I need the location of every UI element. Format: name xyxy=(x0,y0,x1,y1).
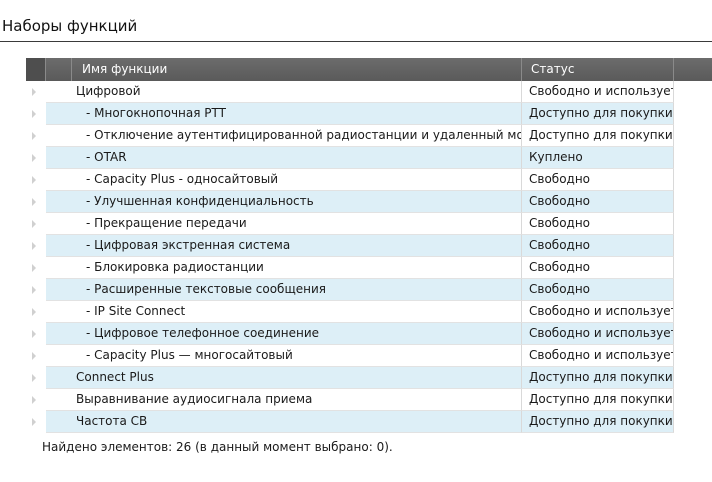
row-pointer-icon xyxy=(32,264,36,272)
feature-name-cell[interactable]: Connect Plus xyxy=(46,367,522,389)
row-selector[interactable] xyxy=(26,257,46,279)
row-selector-header[interactable] xyxy=(26,58,46,81)
title-divider xyxy=(0,41,712,42)
row-selector[interactable] xyxy=(26,103,46,125)
table-row[interactable]: - Блокировка радиостанции Свободно xyxy=(26,257,712,279)
feature-name-cell[interactable]: - Отключение аутентифицированной радиост… xyxy=(46,125,522,147)
row-pointer-icon xyxy=(32,176,36,184)
feature-status-cell[interactable]: Доступно для покупки xyxy=(522,103,674,125)
row-pointer-icon xyxy=(32,198,36,206)
status-bar-text: Найдено элементов: 26 (в данный момент в… xyxy=(42,440,393,454)
feature-name-cell[interactable]: - Цифровая экстренная система xyxy=(46,235,522,257)
row-selector[interactable] xyxy=(26,367,46,389)
row-selector[interactable] xyxy=(26,323,46,345)
feature-status-cell[interactable]: Доступно для покупки xyxy=(522,411,674,433)
feature-status-cell[interactable]: Свободно xyxy=(522,191,674,213)
table-row[interactable]: ЦифровойСвободно и используется xyxy=(26,81,712,103)
table-row[interactable]: - Расширенные текстовые сообщения Свободн… xyxy=(26,279,712,301)
feature-name-cell[interactable]: Выравнивание аудиосигнала приема xyxy=(46,389,522,411)
table-row[interactable]: - Улучшенная конфиденциальность Свободно xyxy=(26,191,712,213)
feature-name-cell[interactable]: - Блокировка радиостанции xyxy=(46,257,522,279)
feature-status-cell[interactable]: Доступно для покупки xyxy=(522,389,674,411)
feature-name-cell[interactable]: Цифровой xyxy=(46,81,522,103)
row-pointer-icon xyxy=(32,352,36,360)
grid-header: Имя функции Статус xyxy=(26,58,712,81)
row-pointer-icon xyxy=(32,220,36,228)
row-pointer-icon xyxy=(32,154,36,162)
table-row[interactable]: - IP Site ConnectСвободно и используется xyxy=(26,301,712,323)
row-selector[interactable] xyxy=(26,213,46,235)
row-pointer-icon xyxy=(32,308,36,316)
feature-name-cell[interactable]: - Capacity Plus - односайтовый xyxy=(46,169,522,191)
row-selector[interactable] xyxy=(26,389,46,411)
feature-status-cell[interactable]: Свободно и используется xyxy=(522,323,674,345)
row-selector[interactable] xyxy=(26,411,46,433)
table-row[interactable]: Connect Plus Доступно для покупки xyxy=(26,367,712,389)
feature-status-cell[interactable]: Свободно xyxy=(522,235,674,257)
table-row[interactable]: - Прекращение передачи Свободно xyxy=(26,213,712,235)
row-selector[interactable] xyxy=(26,191,46,213)
row-pointer-icon xyxy=(32,396,36,404)
row-pointer-icon xyxy=(32,418,36,426)
feature-name-cell[interactable]: - IP Site Connect xyxy=(46,301,522,323)
row-selector[interactable] xyxy=(26,81,46,103)
feature-name-cell[interactable]: - Capacity Plus — многосайтовый xyxy=(46,345,522,367)
column-header-name[interactable]: Имя функции xyxy=(72,58,522,81)
feature-status-cell[interactable]: Доступно для покупки xyxy=(522,125,674,147)
row-pointer-icon xyxy=(32,88,36,96)
row-selector[interactable] xyxy=(26,169,46,191)
row-selector[interactable] xyxy=(26,345,46,367)
table-row[interactable]: - Capacity Plus — многосайтовый Свободно … xyxy=(26,345,712,367)
feature-name-cell[interactable]: - OTAR xyxy=(46,147,522,169)
feature-status-cell[interactable]: Свободно xyxy=(522,213,674,235)
column-header-status[interactable]: Статус xyxy=(522,58,674,81)
row-pointer-icon xyxy=(32,286,36,294)
grid-body: ЦифровойСвободно и используется- Многокн… xyxy=(26,81,712,433)
feature-name-cell[interactable]: - Расширенные текстовые сообщения xyxy=(46,279,522,301)
feature-sets-grid[interactable]: Имя функции Статус Цифровой Свободно и ис… xyxy=(26,58,712,434)
row-selector[interactable] xyxy=(26,279,46,301)
feature-name-cell[interactable]: - Прекращение передачи xyxy=(46,213,522,235)
table-row[interactable]: Выравнивание аудиосигнала приема Доступно… xyxy=(26,389,712,411)
table-row[interactable]: - Цифровое телефонное соединение Свободно… xyxy=(26,323,712,345)
page-title: Наборы функций xyxy=(2,17,138,35)
table-row[interactable]: - Цифровая экстренная система Свободно xyxy=(26,235,712,257)
row-pointer-icon xyxy=(32,132,36,140)
header-filler xyxy=(674,58,712,81)
feature-status-cell[interactable]: Куплено xyxy=(522,147,674,169)
table-row[interactable]: - Capacity Plus - односайтовый Свободно xyxy=(26,169,712,191)
row-pointer-icon xyxy=(32,242,36,250)
feature-status-cell[interactable]: Доступно для покупки xyxy=(522,367,674,389)
table-row[interactable]: - Многокнопочная PTT Доступно для покупки xyxy=(26,103,712,125)
row-pointer-icon xyxy=(32,330,36,338)
row-selector[interactable] xyxy=(26,125,46,147)
row-selector[interactable] xyxy=(26,235,46,257)
feature-status-cell[interactable]: Свободно и используется xyxy=(522,345,674,367)
row-selector[interactable] xyxy=(26,301,46,323)
feature-name-cell[interactable]: Частота СВ xyxy=(46,411,522,433)
expander-column-header xyxy=(46,58,72,81)
feature-status-cell[interactable]: Свободно и используется xyxy=(522,301,674,323)
feature-name-cell[interactable]: - Многокнопочная PTT xyxy=(46,103,522,125)
row-selector[interactable] xyxy=(26,147,46,169)
feature-name-cell[interactable]: - Цифровое телефонное соединение xyxy=(46,323,522,345)
row-pointer-icon xyxy=(32,374,36,382)
table-row[interactable]: - OTAR Куплено xyxy=(26,147,712,169)
feature-status-cell[interactable]: Свободно и используется xyxy=(522,81,674,103)
table-row[interactable]: Частота СВ Доступно для покупки xyxy=(26,411,712,433)
feature-status-cell[interactable]: Свободно xyxy=(522,257,674,279)
feature-status-cell[interactable]: Свободно xyxy=(522,279,674,301)
feature-name-cell[interactable]: - Улучшенная конфиденциальность xyxy=(46,191,522,213)
table-row[interactable]: - Отключение аутентифицированной радиост… xyxy=(26,125,712,147)
row-pointer-icon xyxy=(32,110,36,118)
feature-status-cell[interactable]: Свободно xyxy=(522,169,674,191)
